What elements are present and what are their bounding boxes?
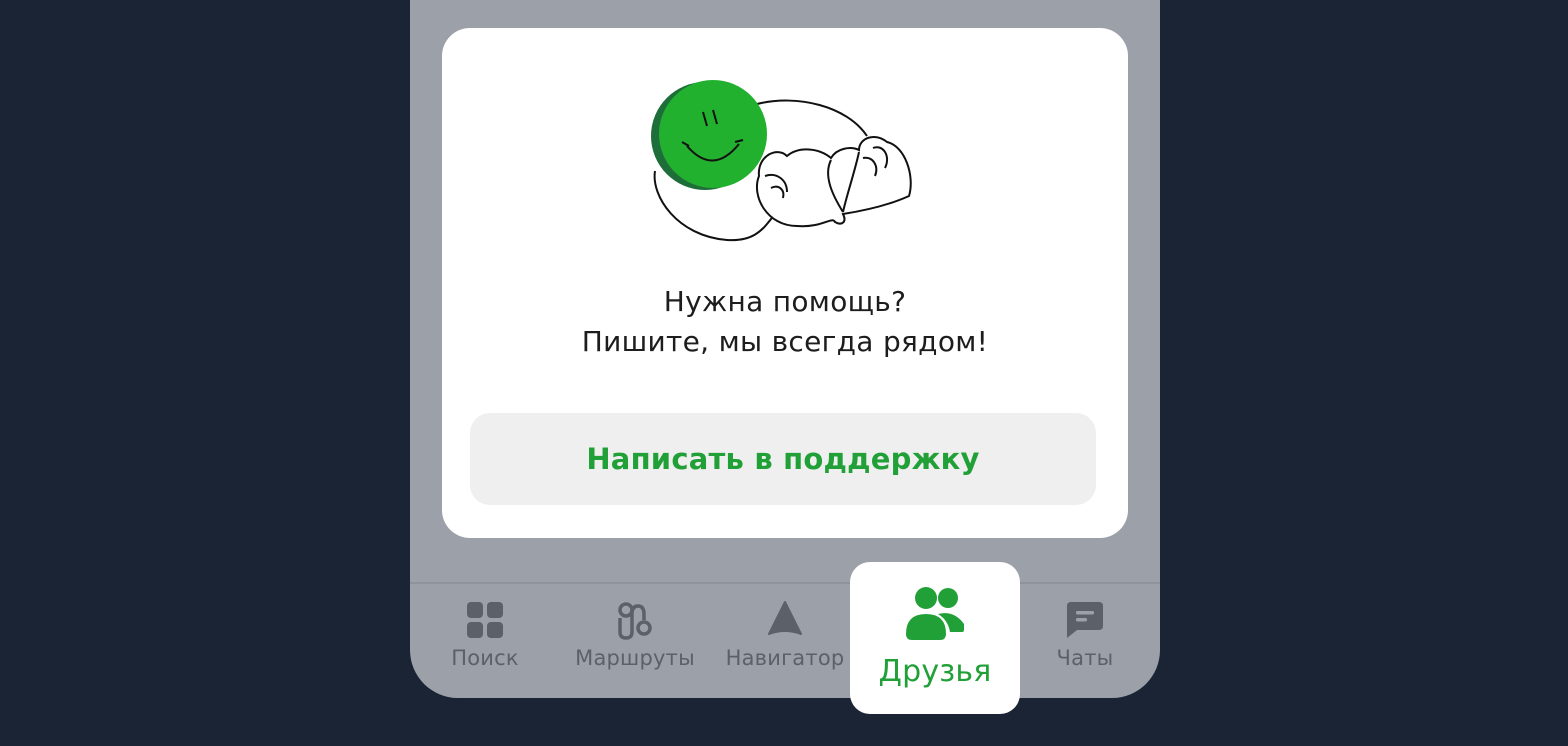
message-line-2: Пишите, мы всегда рядом! [581,325,989,358]
grid-icon [467,602,503,638]
support-card: Нужна помощь? Пишите, мы всегда рядом! Н… [442,28,1128,538]
support-message: Нужна помощь? Пишите, мы всегда рядом! [442,282,1128,362]
tab-friends[interactable]: Друзья [850,562,1020,714]
tab-label-navigator: Навигатор [725,646,845,670]
app-screen: Нужна помощь? Пишите, мы всегда рядом! Н… [410,0,1160,714]
chat-icon [1067,602,1103,638]
tab-navigator[interactable]: Навигатор [725,584,845,700]
friends-icon [906,587,964,640]
tab-label-routes: Маршруты [575,646,695,670]
bottom-tab-bar: Поиск Маршруты Навигатор Друзья Чаты [410,562,1160,714]
tab-routes[interactable]: Маршруты [570,584,700,700]
tab-chats[interactable]: Чаты [1035,584,1135,700]
route-icon [618,602,652,640]
tab-search[interactable]: Поиск [435,584,535,700]
write-support-button[interactable]: Написать в поддержку [470,413,1096,505]
tab-label-friends: Друзья [878,654,992,689]
message-line-1: Нужна помощь? [663,285,907,318]
smiley-heart-hands-illustration [651,80,912,242]
tab-label-search: Поиск [451,646,519,670]
tab-label-chats: Чаты [1056,646,1114,670]
navigator-icon [768,601,802,635]
